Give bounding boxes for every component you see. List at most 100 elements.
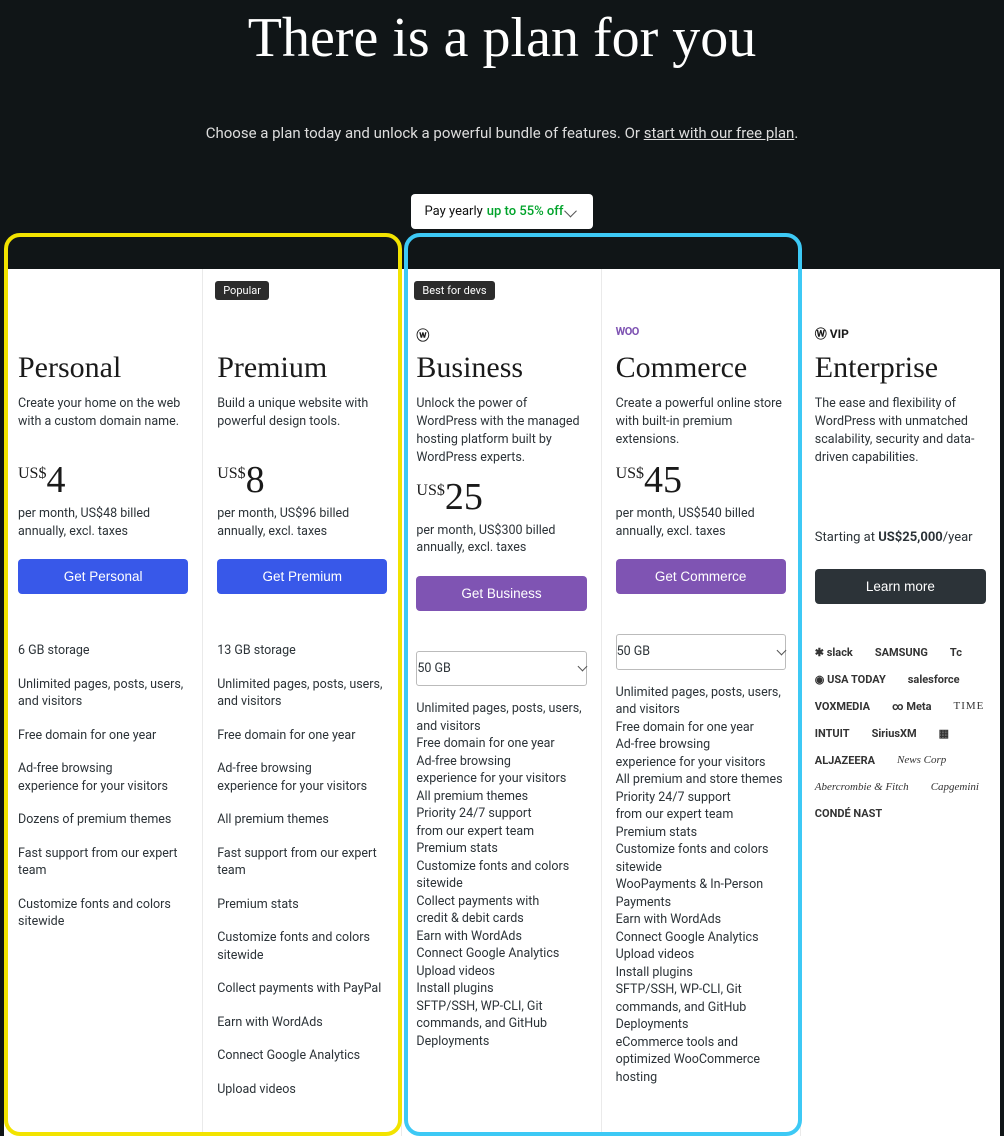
- feature-item: Earn with WordAds: [616, 911, 786, 929]
- popular-badge: Popular: [215, 281, 269, 300]
- brand-logo: ✱ slack: [815, 646, 853, 659]
- plan-price: US$ 4: [18, 461, 188, 499]
- brand-logo: ▦: [939, 727, 949, 740]
- feature-list: 13 GB storageUnlimited pages, posts, use…: [217, 634, 387, 1106]
- page-title: There is a plan for you: [0, 0, 1004, 70]
- billing-discount: up to 55% off: [487, 204, 564, 219]
- brand-logo: SiriusXM: [872, 727, 917, 740]
- plan-premium: Popular Premium Build a unique website w…: [203, 269, 402, 1136]
- storage-select[interactable]: 50 GB: [416, 651, 586, 687]
- brand-logo: Capgemini: [931, 781, 979, 793]
- brand-logo: Abercrombie & Fitch: [815, 781, 909, 793]
- brand-logo: ALJAZEERA: [815, 754, 875, 767]
- feature-item: Free domain for one year: [416, 735, 586, 753]
- feature-item: All premium and store themes: [616, 771, 786, 789]
- brand-logo: CONDÉ NAST: [815, 807, 882, 820]
- plan-desc: Build a unique website with powerful des…: [217, 395, 387, 451]
- chevron-down-icon: [565, 204, 578, 217]
- feature-item: Priority 24/7 support from our expert te…: [416, 805, 586, 840]
- feature-item: Earn with WordAds: [217, 1006, 387, 1040]
- get-business-button[interactable]: Get Business: [416, 576, 586, 611]
- feature-item: Collect payments with credit & debit car…: [416, 893, 586, 928]
- feature-item: SFTP/SSH, WP-CLI, Git commands, and GitH…: [616, 981, 786, 1034]
- chevron-down-icon: [577, 662, 587, 672]
- feature-item: All premium themes: [217, 803, 387, 837]
- feature-item: Free domain for one year: [18, 719, 188, 753]
- price-note: per month, US$300 billed annually, excl.…: [416, 522, 586, 558]
- feature-item: Ad-free browsing experience for your vis…: [18, 752, 188, 803]
- feature-item: Fast support from our expert team: [217, 837, 387, 888]
- feature-item: Collect payments with PayPal: [217, 972, 387, 1006]
- plan-name: Personal: [18, 351, 188, 385]
- feature-item: Ad-free browsing experience for your vis…: [616, 736, 786, 771]
- plan-price: US$ 8: [217, 461, 387, 499]
- feature-item: Priority 24/7 support from our expert te…: [616, 789, 786, 824]
- billing-label: Pay yearly: [425, 204, 483, 219]
- brand-logo: ∞ Meta: [892, 700, 931, 713]
- feature-list: 50 GB Unlimited pages, posts, users, and…: [616, 634, 786, 1094]
- brand-logo: ◉ USA TODAY: [815, 673, 886, 686]
- feature-item: Connect Google Analytics: [616, 929, 786, 947]
- feature-item: Customize fonts and colors sitewide: [616, 841, 786, 876]
- feature-item: Connect Google Analytics: [217, 1039, 387, 1073]
- feature-item: Earn with WordAds: [416, 928, 586, 946]
- price-note: per month, US$48 billed annually, excl. …: [18, 505, 188, 541]
- price-note: per month, US$96 billed annually, excl. …: [217, 505, 387, 541]
- wordpress-icon: ⓦ: [416, 325, 429, 343]
- plan-price: US$ 45: [616, 461, 786, 499]
- brand-logo: TIME: [954, 700, 985, 712]
- brand-logo: INTUIT: [815, 727, 850, 740]
- feature-item: Unlimited pages, posts, users, and visit…: [416, 700, 586, 735]
- brand-logo: News Corp: [897, 754, 946, 766]
- feature-item: Ad-free browsing experience for your vis…: [416, 753, 586, 788]
- feature-item: Premium stats: [616, 824, 786, 842]
- plan-business: Best for devs ⓦ Business Unlock the powe…: [402, 269, 601, 1136]
- enterprise-logos: ✱ slack SAMSUNG Tc ◉ USA TODAY salesforce VOX…: [815, 646, 986, 820]
- best-for-devs-badge: Best for devs: [414, 281, 494, 300]
- plan-desc: The ease and flexibility of WordPress wi…: [815, 395, 986, 468]
- feature-list: 50 GB Unlimited pages, posts, users, and…: [416, 651, 586, 1059]
- plan-desc: Create a powerful online store with buil…: [616, 395, 786, 451]
- feature-item: Fast support from our expert team: [18, 837, 188, 888]
- storage-select[interactable]: 50 GB: [616, 634, 786, 670]
- brand-logo: Tc: [950, 646, 962, 659]
- feature-item: Ad-free browsing experience for your vis…: [217, 752, 387, 803]
- feature-item: 13 GB storage: [217, 634, 387, 668]
- feature-item: Upload videos: [217, 1073, 387, 1107]
- plan-personal: Personal Create your home on the web wit…: [4, 269, 203, 1136]
- learn-more-button[interactable]: Learn more: [815, 569, 986, 604]
- billing-toggle[interactable]: Pay yearly up to 55% off: [411, 194, 594, 229]
- feature-item: Install plugins: [416, 980, 586, 998]
- feature-item: 6 GB storage: [18, 634, 188, 668]
- price-note: per month, US$540 billed annually, excl.…: [616, 505, 786, 541]
- feature-item: Premium stats: [416, 840, 586, 858]
- feature-item: Customize fonts and colors sitewide: [217, 921, 387, 972]
- plan-desc: Create your home on the web with a custo…: [18, 395, 188, 451]
- enterprise-price: Starting at US$25,000/year: [815, 530, 986, 545]
- brand-logo: SAMSUNG: [875, 646, 928, 659]
- feature-item: All premium themes: [416, 788, 586, 806]
- feature-item: Free domain for one year: [217, 719, 387, 753]
- feature-item: Free domain for one year: [616, 719, 786, 737]
- hero-section: There is a plan for you Choose a plan to…: [0, 0, 1004, 269]
- woo-icon: WOO: [616, 325, 639, 343]
- free-plan-link[interactable]: start with our free plan: [644, 124, 795, 142]
- get-personal-button[interactable]: Get Personal: [18, 559, 188, 594]
- brand-logo: salesforce: [908, 673, 960, 686]
- feature-item: eCommerce tools and optimized WooCommerc…: [616, 1034, 786, 1087]
- feature-item: Dozens of premium themes: [18, 803, 188, 837]
- feature-item: Customize fonts and colors sitewide: [416, 858, 586, 893]
- get-premium-button[interactable]: Get Premium: [217, 559, 387, 594]
- feature-item: Install plugins: [616, 964, 786, 982]
- plan-name: Commerce: [616, 351, 786, 385]
- get-commerce-button[interactable]: Get Commerce: [616, 559, 786, 594]
- plan-desc: Unlock the power of WordPress with the m…: [416, 395, 586, 468]
- feature-item: Unlimited pages, posts, users, and visit…: [616, 684, 786, 719]
- plan-price: US$ 25: [416, 478, 586, 516]
- brand-logo: VOXMEDIA: [815, 700, 870, 713]
- plan-enterprise: Ⓦ VIP Enterprise The ease and flexibilit…: [801, 269, 1000, 1136]
- pricing-table: Personal Create your home on the web wit…: [0, 269, 1004, 1136]
- plan-commerce: WOO Commerce Create a powerful online st…: [602, 269, 801, 1136]
- feature-item: Premium stats: [217, 888, 387, 922]
- plan-name: Enterprise: [815, 351, 986, 385]
